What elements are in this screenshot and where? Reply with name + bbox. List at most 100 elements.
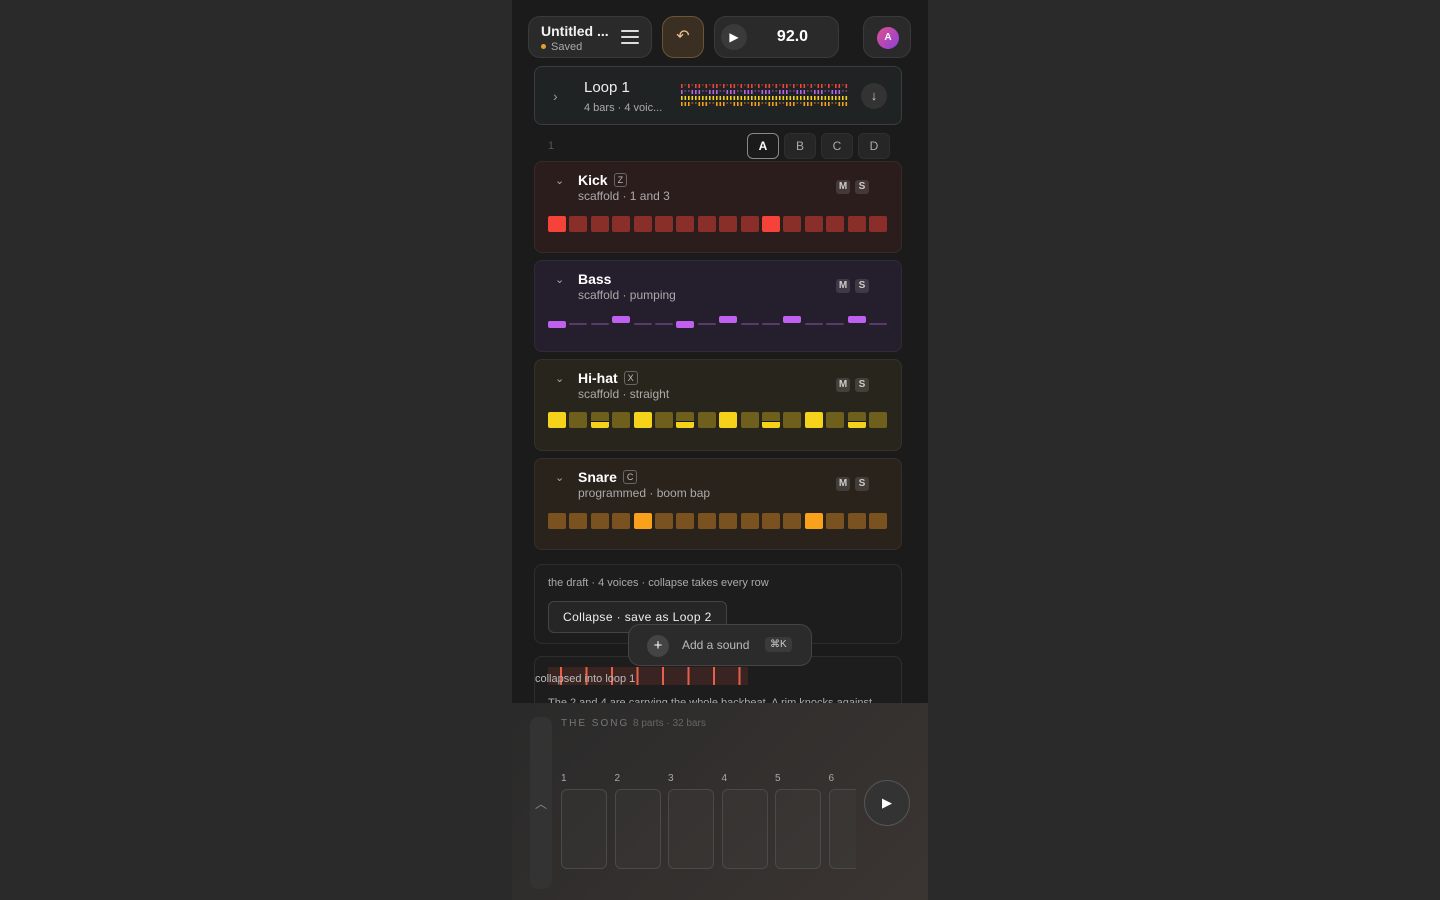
- solo-button[interactable]: S: [855, 477, 869, 491]
- step-cell[interactable]: [548, 513, 566, 529]
- avatar-button[interactable]: A: [863, 16, 911, 58]
- step-cell[interactable]: [612, 216, 631, 232]
- step-cell[interactable]: [676, 513, 695, 529]
- song-expand-handle[interactable]: ︿: [530, 717, 552, 889]
- mute-button[interactable]: M: [836, 477, 850, 491]
- step-cell[interactable]: [590, 216, 609, 232]
- step-cell[interactable]: [569, 323, 588, 325]
- step-cell[interactable]: [847, 216, 866, 232]
- step-cell[interactable]: [569, 412, 588, 428]
- step-cell[interactable]: [826, 513, 845, 529]
- mute-button[interactable]: M: [836, 180, 850, 194]
- song-part-slot[interactable]: [721, 789, 768, 869]
- step-cell[interactable]: [633, 323, 652, 325]
- bpm-display[interactable]: 92.0: [753, 17, 832, 57]
- step-cell[interactable]: [869, 323, 887, 325]
- step-cell[interactable]: [740, 216, 759, 232]
- step-cell[interactable]: [590, 412, 609, 428]
- step-cell[interactable]: [590, 513, 609, 529]
- chevron-down-icon[interactable]: ⌄: [555, 471, 564, 484]
- step-cell[interactable]: [719, 513, 738, 529]
- step-cell[interactable]: [569, 216, 588, 232]
- step-cell[interactable]: [612, 412, 631, 428]
- song-part-slot[interactable]: [614, 789, 661, 869]
- step-cell[interactable]: [869, 513, 887, 529]
- step-cell[interactable]: [783, 316, 802, 323]
- song-part-slot[interactable]: [775, 789, 821, 869]
- step-cell[interactable]: [548, 321, 566, 328]
- step-cell[interactable]: [676, 216, 695, 232]
- step-cell[interactable]: [869, 216, 887, 232]
- step-cell[interactable]: [740, 412, 759, 428]
- step-cell[interactable]: [826, 216, 845, 232]
- add-sound-button[interactable]: + Add a sound ⌘K: [628, 624, 812, 666]
- step-cell[interactable]: [548, 412, 566, 428]
- step-cell[interactable]: [590, 323, 609, 325]
- mute-button[interactable]: M: [836, 378, 850, 392]
- step-cell[interactable]: [826, 412, 845, 428]
- variant-tab-a[interactable]: A: [747, 133, 779, 159]
- loop-card[interactable]: › Loop 1 4 bars · 4 voic... ↓: [534, 66, 902, 125]
- step-cell[interactable]: [676, 412, 695, 428]
- step-cell[interactable]: [697, 412, 716, 428]
- variant-tab-c[interactable]: C: [821, 133, 853, 159]
- step-cell[interactable]: [697, 513, 716, 529]
- step-cell[interactable]: [633, 216, 652, 232]
- step-cell[interactable]: [847, 513, 866, 529]
- step-cell[interactable]: [633, 513, 652, 529]
- mute-button[interactable]: M: [836, 279, 850, 293]
- song-play-button[interactable]: ▶: [864, 780, 910, 826]
- song-part-slot[interactable]: [561, 789, 607, 869]
- step-cell[interactable]: [783, 412, 802, 428]
- chevron-right-icon[interactable]: ›: [553, 88, 558, 104]
- step-cell[interactable]: [655, 323, 673, 325]
- step-cell[interactable]: [719, 412, 738, 428]
- variant-tab-d[interactable]: D: [858, 133, 890, 159]
- download-button[interactable]: ↓: [861, 83, 887, 109]
- step-cell[interactable]: [804, 412, 823, 428]
- step-cell[interactable]: [804, 216, 823, 232]
- step-cell[interactable]: [697, 216, 716, 232]
- step-cell[interactable]: [762, 412, 780, 428]
- track-bass[interactable]: ⌄ Bass scaffold · pumping M S: [534, 260, 902, 352]
- play-button[interactable]: ▶: [721, 24, 747, 50]
- step-cell[interactable]: [548, 216, 566, 232]
- chevron-down-icon[interactable]: ⌄: [555, 273, 564, 286]
- step-cell[interactable]: [612, 513, 631, 529]
- step-cell[interactable]: [762, 216, 780, 232]
- solo-button[interactable]: S: [855, 180, 869, 194]
- step-cell[interactable]: [569, 513, 588, 529]
- song-part-slot[interactable]: [668, 789, 714, 869]
- track-hihat[interactable]: ⌄ Hi-hat Xscaffold · straight M S: [534, 359, 902, 451]
- step-cell[interactable]: [847, 316, 866, 323]
- step-cell[interactable]: [740, 513, 759, 529]
- step-cell[interactable]: [783, 216, 802, 232]
- step-cell[interactable]: [719, 216, 738, 232]
- step-cell[interactable]: [740, 323, 759, 325]
- step-cell[interactable]: [655, 216, 673, 232]
- step-cell[interactable]: [655, 412, 673, 428]
- undo-button[interactable]: ↶: [662, 16, 704, 58]
- step-cell[interactable]: [783, 513, 802, 529]
- chevron-down-icon[interactable]: ⌄: [555, 174, 564, 187]
- menu-icon[interactable]: [621, 30, 639, 44]
- step-cell[interactable]: [804, 323, 823, 325]
- step-cell[interactable]: [697, 323, 716, 325]
- step-cell[interactable]: [655, 513, 673, 529]
- track-kick[interactable]: ⌄ Kick Zscaffold · 1 and 3 MS: [534, 161, 902, 253]
- document-chip[interactable]: Untitled ... Saved: [528, 16, 652, 58]
- step-cell[interactable]: [826, 323, 845, 325]
- step-cell[interactable]: [762, 513, 780, 529]
- step-cell[interactable]: [633, 412, 652, 428]
- solo-button[interactable]: S: [855, 279, 869, 293]
- step-cell[interactable]: [676, 321, 695, 328]
- chevron-down-icon[interactable]: ⌄: [555, 372, 564, 385]
- step-cell[interactable]: [762, 323, 780, 325]
- track-snare[interactable]: ⌄ Snare Cprogrammed · boom bap M S: [534, 458, 902, 550]
- step-cell[interactable]: [804, 513, 823, 529]
- step-cell[interactable]: [612, 316, 631, 323]
- song-part-slot[interactable]: [828, 789, 856, 869]
- step-cell[interactable]: [719, 316, 738, 323]
- step-cell[interactable]: [869, 412, 887, 428]
- step-cell[interactable]: [847, 412, 866, 428]
